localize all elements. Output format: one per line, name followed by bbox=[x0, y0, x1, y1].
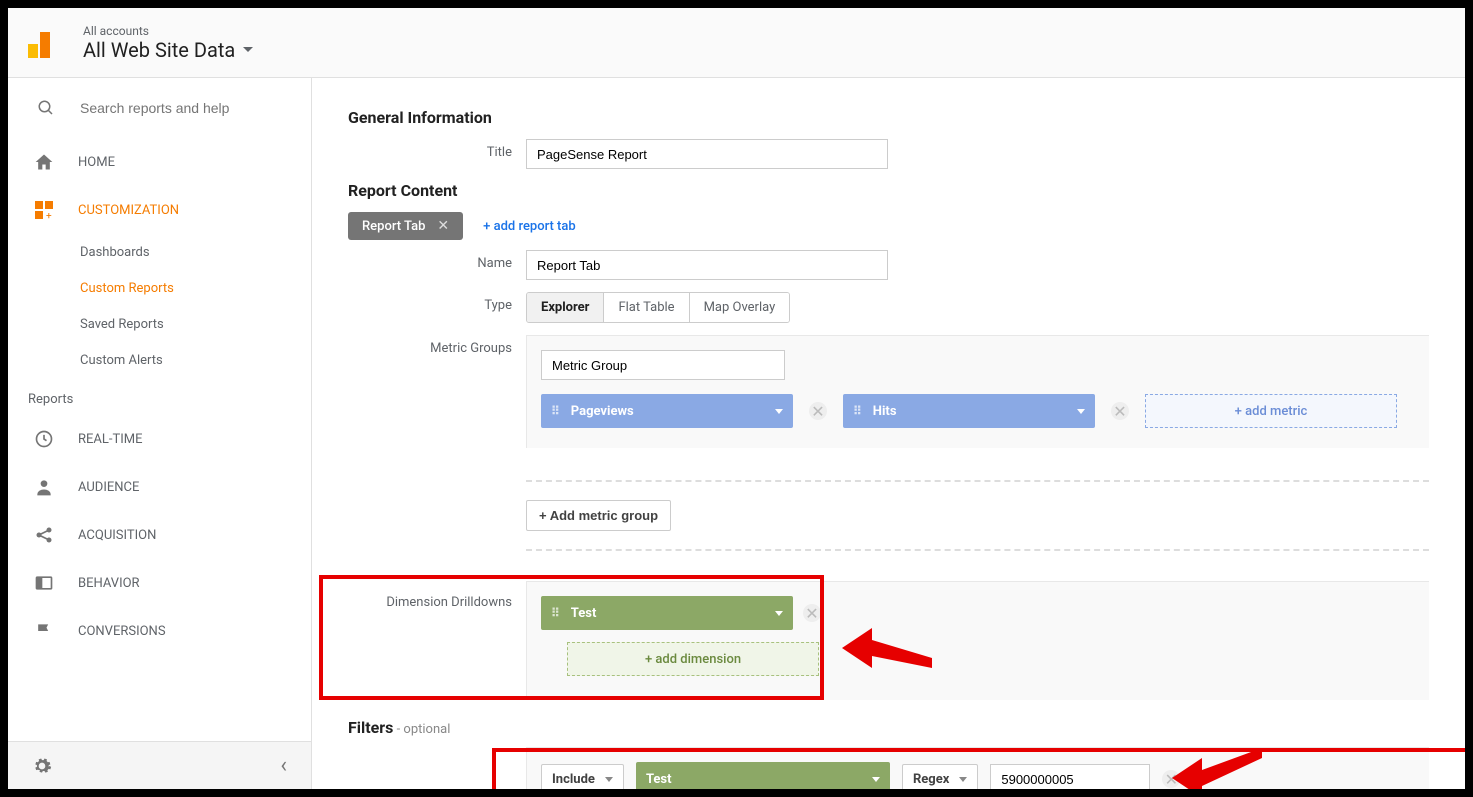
close-tab-icon[interactable]: ✕ bbox=[437, 218, 449, 234]
filter-value-input[interactable] bbox=[990, 764, 1150, 789]
remove-metric-icon[interactable]: ✕ bbox=[1111, 402, 1129, 420]
filter-dimension-chip[interactable]: Test bbox=[636, 762, 890, 789]
metric-groups-label: Metric Groups bbox=[348, 335, 526, 356]
report-content-title: Report Content bbox=[348, 181, 1429, 200]
dimension-panel: ⠿ Test ✕ + add dimension bbox=[526, 581, 1429, 700]
metric-chip-pageviews[interactable]: ⠿ Pageviews bbox=[541, 394, 793, 428]
behavior-icon bbox=[34, 573, 54, 593]
account-selector[interactable]: All accounts All Web Site Data bbox=[83, 24, 253, 62]
analytics-logo-icon bbox=[28, 28, 58, 58]
add-metric-group-button[interactable]: + Add metric group bbox=[526, 500, 671, 531]
add-dimension-button[interactable]: + add dimension bbox=[567, 642, 819, 676]
sidebar-sub-custom-reports[interactable]: Custom Reports bbox=[8, 270, 311, 306]
filters-panel: Include Test Regex ✕ bbox=[526, 747, 1429, 789]
chevron-down-icon bbox=[872, 777, 880, 782]
app-window: All accounts All Web Site Data HOME bbox=[8, 8, 1465, 789]
divider bbox=[526, 549, 1429, 551]
filter-match-dropdown[interactable]: Regex bbox=[902, 764, 978, 790]
type-label: Type bbox=[348, 292, 526, 313]
add-report-tab-button[interactable]: + add report tab bbox=[483, 219, 576, 234]
chevron-down-icon bbox=[1077, 409, 1085, 414]
sidebar: HOME + CUSTOMIZATION Dashboards Custom R… bbox=[8, 78, 312, 789]
type-option-explorer[interactable]: Explorer bbox=[527, 293, 604, 322]
general-info-title: General Information bbox=[348, 108, 1429, 127]
caret-down-icon bbox=[959, 777, 967, 782]
sidebar-bottom-bar: ‹ bbox=[8, 741, 311, 789]
report-tab-chip[interactable]: Report Tab ✕ bbox=[348, 212, 463, 240]
sidebar-sub-dashboards[interactable]: Dashboards bbox=[8, 234, 311, 270]
remove-filter-icon[interactable]: ✕ bbox=[1162, 770, 1180, 788]
sidebar-item-customization[interactable]: + CUSTOMIZATION bbox=[8, 186, 311, 234]
name-label: Name bbox=[348, 250, 526, 271]
clock-icon bbox=[34, 429, 54, 449]
share-icon bbox=[34, 525, 54, 545]
drag-handle-icon[interactable]: ⠿ bbox=[551, 404, 561, 418]
remove-metric-icon[interactable]: ✕ bbox=[809, 402, 827, 420]
sidebar-item-conversions[interactable]: CONVERSIONS bbox=[8, 607, 311, 655]
type-option-flat-table[interactable]: Flat Table bbox=[604, 293, 689, 322]
sidebar-sub-saved-reports[interactable]: Saved Reports bbox=[8, 306, 311, 342]
search-input[interactable] bbox=[80, 100, 260, 116]
divider bbox=[526, 480, 1429, 482]
name-input[interactable] bbox=[526, 250, 888, 280]
home-icon bbox=[34, 152, 54, 172]
sidebar-item-audience[interactable]: AUDIENCE bbox=[8, 463, 311, 511]
title-label: Title bbox=[348, 139, 526, 160]
dimension-drilldowns-label: Dimension Drilldowns bbox=[348, 581, 526, 610]
drag-handle-icon[interactable]: ⠿ bbox=[853, 404, 863, 418]
reports-section-label: Reports bbox=[8, 378, 311, 415]
add-metric-button[interactable]: + add metric bbox=[1145, 394, 1397, 428]
drag-handle-icon[interactable]: ⠿ bbox=[551, 606, 561, 620]
gear-icon[interactable] bbox=[32, 756, 52, 776]
metric-group-name-input[interactable] bbox=[541, 350, 785, 380]
title-input[interactable] bbox=[526, 139, 888, 169]
sidebar-search[interactable] bbox=[8, 78, 311, 138]
sidebar-sub-custom-alerts[interactable]: Custom Alerts bbox=[8, 342, 311, 378]
type-segment-group: Explorer Flat Table Map Overlay bbox=[526, 292, 790, 323]
dimension-chip-test[interactable]: ⠿ Test bbox=[541, 596, 793, 630]
main-content: General Information Title Report Content… bbox=[312, 78, 1465, 789]
caret-down-icon bbox=[605, 777, 613, 782]
view-title: All Web Site Data bbox=[83, 38, 235, 62]
sidebar-item-acquisition[interactable]: ACQUISITION bbox=[8, 511, 311, 559]
type-option-map-overlay[interactable]: Map Overlay bbox=[690, 293, 790, 322]
accounts-label: All accounts bbox=[83, 24, 253, 38]
filter-include-dropdown[interactable]: Include bbox=[541, 764, 624, 790]
flag-icon bbox=[34, 621, 54, 641]
filters-title: Filters bbox=[348, 718, 393, 737]
caret-down-icon bbox=[243, 47, 253, 52]
metric-chip-hits[interactable]: ⠿ Hits bbox=[843, 394, 1095, 428]
customization-icon: + bbox=[34, 200, 54, 220]
sidebar-item-behavior[interactable]: BEHAVIOR bbox=[8, 559, 311, 607]
sidebar-item-realtime[interactable]: REAL-TIME bbox=[8, 415, 311, 463]
person-icon bbox=[34, 477, 54, 497]
collapse-sidebar-icon[interactable]: ‹ bbox=[280, 753, 287, 778]
filters-optional-label: - optional bbox=[393, 722, 450, 737]
metric-groups-panel: ⠿ Pageviews ✕ ⠿ Hits ✕ + add metric bbox=[526, 335, 1429, 448]
search-icon bbox=[36, 98, 56, 118]
sidebar-item-home[interactable]: HOME bbox=[8, 138, 311, 186]
chevron-down-icon bbox=[775, 409, 783, 414]
remove-dimension-icon[interactable]: ✕ bbox=[803, 604, 821, 622]
svg-text:+: + bbox=[46, 211, 52, 219]
top-bar: All accounts All Web Site Data bbox=[8, 8, 1465, 78]
chevron-down-icon bbox=[775, 611, 783, 616]
